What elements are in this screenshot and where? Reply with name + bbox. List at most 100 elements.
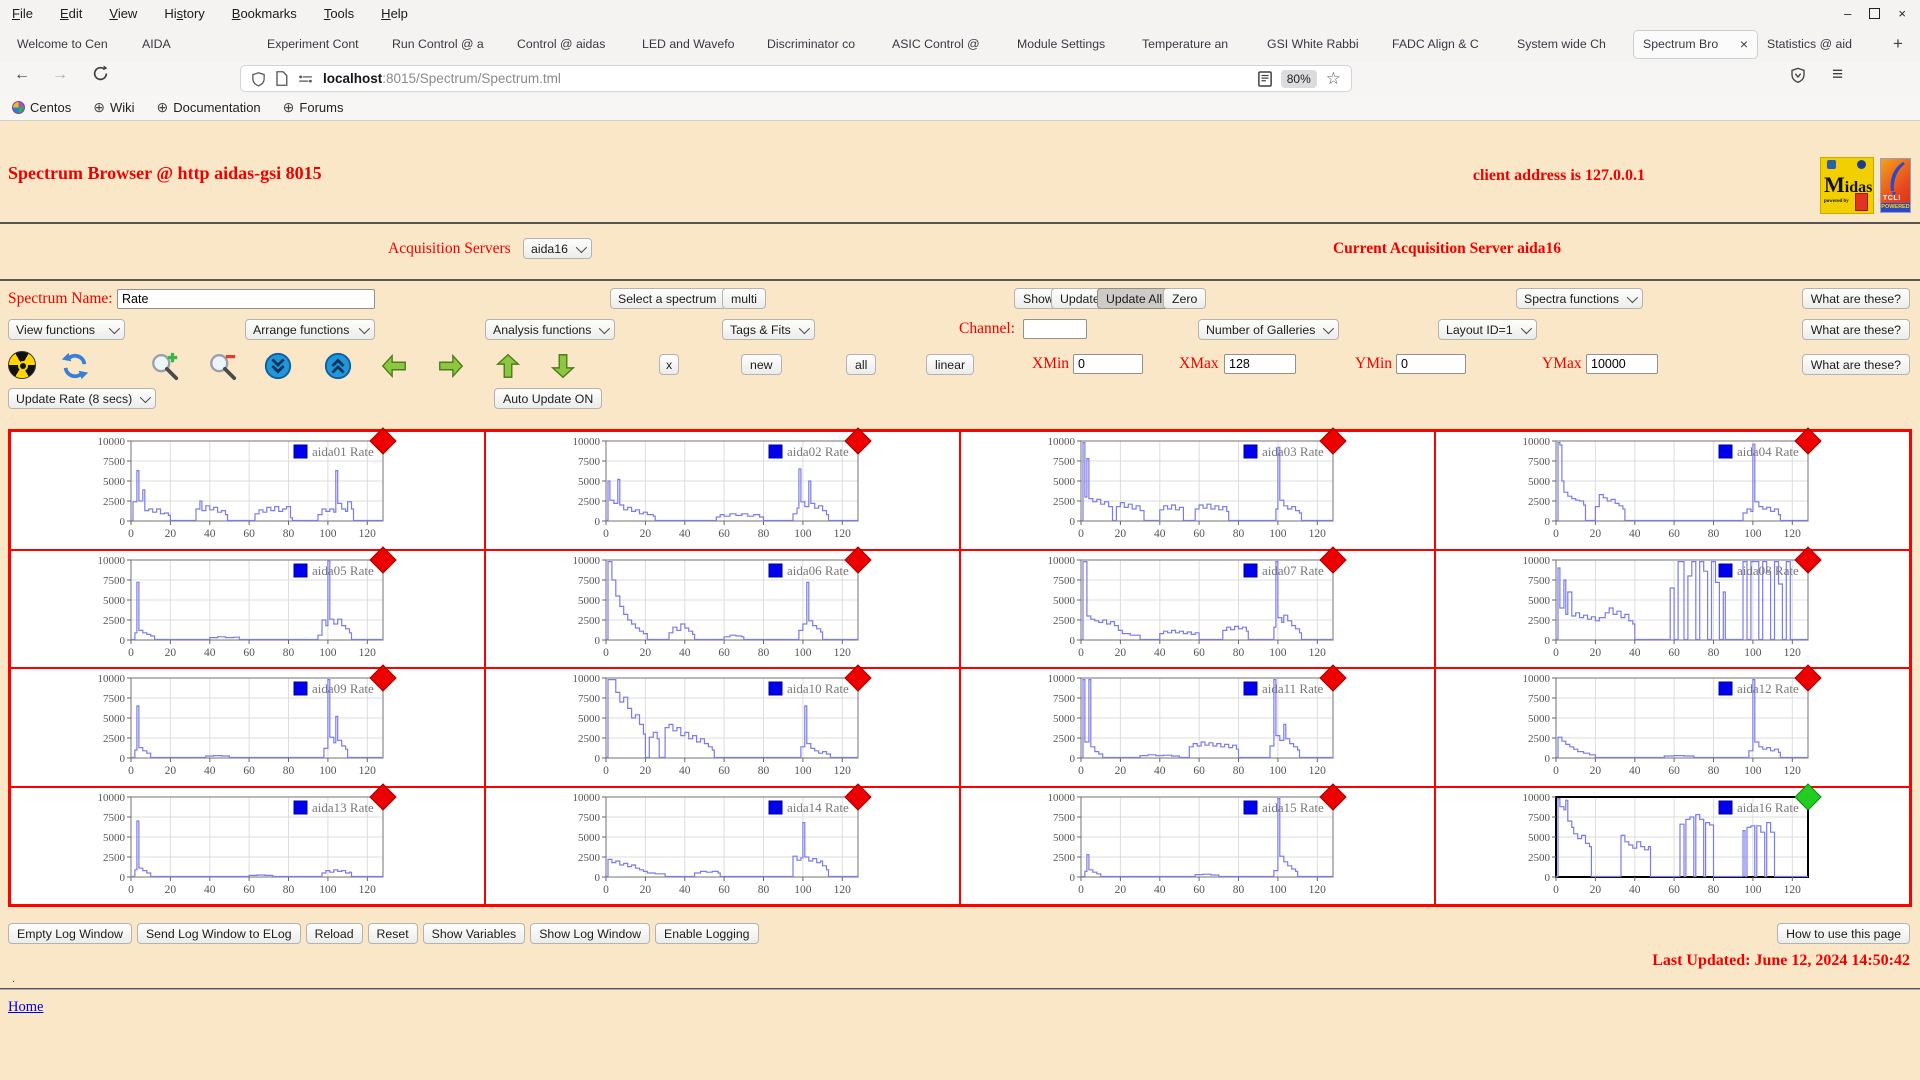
menu-icon[interactable]: ≡ (1832, 64, 1843, 86)
zoom-indicator[interactable]: 80% (1280, 69, 1317, 88)
spectrum-cell-aida05[interactable]: 0 2500 5000 7500 10000 0 20 40 60 80 100 120 aida05 … (10, 545, 485, 668)
spectrum-cell-aida06[interactable]: 0 2500 5000 7500 10000 0 20 40 60 80 100 120 aida06 … (485, 545, 960, 668)
spectrum-cell-aida04[interactable]: 0 2500 5000 7500 10000 0 20 40 60 80 100 120 aida04 … (1435, 427, 1910, 550)
tab-experiment-cont[interactable]: Experiment Cont (258, 30, 383, 59)
update-rate-dropdown[interactable]: Update Rate (8 secs) (8, 388, 157, 409)
what-are-these-button-2[interactable]: What are these? (1801, 319, 1910, 340)
menu-item-history[interactable]: History (164, 6, 204, 21)
midas-logo[interactable]: Midas powered by (1820, 157, 1874, 214)
view-functions-dropdown[interactable]: View functions (8, 319, 125, 340)
select-spectrum-dropdown[interactable]: Select a spectrum (610, 288, 741, 309)
linear-button[interactable]: linear (926, 354, 975, 375)
tab-statistics-aid[interactable]: Statistics @ aid (1758, 30, 1883, 59)
connection-icon[interactable] (297, 72, 314, 86)
url-text[interactable]: localhost:8015/Spectrum/Spectrum.tml (323, 71, 1249, 86)
reload-button[interactable]: Reload (305, 923, 363, 944)
channel-input[interactable] (1023, 319, 1087, 339)
show-log-window-button[interactable]: Show Log Window (530, 923, 651, 944)
new-button[interactable]: new (741, 354, 782, 375)
bookmark-documentation[interactable]: ⊕ Documentation (156, 99, 260, 116)
tab-led-and-wavefo[interactable]: LED and Wavefo (633, 30, 758, 59)
tab-temperature-an[interactable]: Temperature an (1133, 30, 1258, 59)
all-button[interactable]: all (846, 354, 877, 375)
tags-fits-dropdown[interactable]: Tags & Fits (722, 319, 815, 340)
enable-logging-button[interactable]: Enable Logging (655, 923, 759, 944)
bookmark-centos[interactable]: Centos (12, 100, 71, 115)
tab-welcome-to-cen[interactable]: Welcome to Cen (8, 30, 133, 59)
auto-update-button[interactable]: Auto Update ON (494, 388, 603, 409)
tab-spectrum-bro[interactable]: Spectrum Bro × (1633, 29, 1758, 59)
tcl-logo[interactable]: TCL! POWERED (1880, 158, 1911, 213)
tab-module-settings[interactable]: Module Settings (1008, 30, 1133, 59)
close-button[interactable]: × (1898, 6, 1906, 21)
menu-item-tools[interactable]: Tools (324, 6, 354, 21)
spectrum-cell-aida09[interactable]: 0 2500 5000 7500 10000 0 20 40 60 80 100 120 aida09 … (10, 664, 485, 787)
spectrum-cell-aida11[interactable]: 0 2500 5000 7500 10000 0 20 40 60 80 100 120 aida11 … (960, 664, 1435, 787)
how-to-use-button[interactable]: How to use this page (1777, 923, 1910, 944)
ymax-input[interactable] (1586, 354, 1658, 374)
x-button[interactable]: x (659, 354, 680, 375)
reload-button[interactable] (92, 65, 109, 87)
what-are-these-button-3[interactable]: What are these? (1801, 354, 1910, 375)
shrink-vertical-icon[interactable] (263, 351, 293, 381)
refresh-icon[interactable] (60, 351, 90, 381)
tab-system-wide-ch[interactable]: System wide Ch (1508, 30, 1633, 59)
home-link[interactable]: Home (8, 999, 43, 1016)
multi-button[interactable]: multi (722, 288, 766, 309)
account-shield-icon[interactable] (1790, 67, 1806, 88)
tab-control-aidas[interactable]: Control @ aidas (508, 30, 633, 59)
tab-run-control-a[interactable]: Run Control @ a (383, 30, 508, 59)
menu-item-file[interactable]: File (12, 6, 33, 21)
spectrum-cell-aida13[interactable]: 0 2500 5000 7500 10000 0 20 40 60 80 100 120 aida13 … (10, 782, 485, 905)
tab-close-icon[interactable]: × (1740, 31, 1748, 58)
menu-item-view[interactable]: View (109, 6, 137, 21)
send-log-window-to-elog-button[interactable]: Send Log Window to ELog (136, 923, 301, 944)
maximize-button[interactable] (1869, 7, 1881, 19)
spectrum-cell-aida16[interactable]: 0 2500 5000 7500 10000 0 20 40 60 80 100 120 aida16 … (1435, 782, 1910, 905)
forward-button[interactable]: → (52, 66, 68, 84)
spectrum-cell-aida07[interactable]: 0 2500 5000 7500 10000 0 20 40 60 80 100 120 aida07 … (960, 545, 1435, 668)
spectrum-name-input[interactable] (117, 289, 375, 309)
back-button[interactable]: ← (14, 66, 30, 84)
bookmark-forums[interactable]: ⊕ Forums (283, 99, 344, 116)
zoom-out-icon[interactable] (208, 351, 238, 381)
arrow-up-icon[interactable] (493, 351, 523, 381)
spectrum-cell-aida01[interactable]: 0 2500 5000 7500 10000 0 20 40 60 80 100 120 aida01 … (10, 427, 485, 550)
expand-vertical-icon[interactable] (323, 351, 353, 381)
spectrum-cell-aida15[interactable]: 0 2500 5000 7500 10000 0 20 40 60 80 100 120 aida15 … (960, 782, 1435, 905)
bookmark-wiki[interactable]: ⊕ Wiki (93, 99, 134, 116)
tab-discriminator-co[interactable]: Discriminator co (758, 30, 883, 59)
empty-log-window-button[interactable]: Empty Log Window (8, 923, 132, 944)
spectrum-cell-aida02[interactable]: 0 2500 5000 7500 10000 0 20 40 60 80 100 120 aida02 … (485, 427, 960, 550)
spectra-functions-dropdown[interactable]: Spectra functions (1516, 288, 1644, 309)
what-are-these-button-1[interactable]: What are these? (1801, 288, 1910, 309)
shield-icon[interactable] (251, 71, 266, 87)
bookmark-star-icon[interactable]: ☆ (1326, 69, 1341, 89)
acquisition-server-select[interactable]: aida16 (523, 238, 592, 259)
spectrum-cell-aida14[interactable]: 0 2500 5000 7500 10000 0 20 40 60 80 100 120 aida14 … (485, 782, 960, 905)
xmax-input[interactable] (1224, 354, 1296, 374)
tab-gsi-white-rabbi[interactable]: GSI White Rabbi (1258, 30, 1383, 59)
minimize-button[interactable]: – (1844, 6, 1851, 21)
layout-id-dropdown[interactable]: Layout ID=1 (1438, 319, 1537, 340)
analysis-functions-dropdown[interactable]: Analysis functions (485, 319, 616, 340)
update-all-button[interactable]: Update All (1097, 288, 1172, 309)
spectrum-cell-aida08[interactable]: 0 2500 5000 7500 10000 0 20 40 60 80 100 120 aida08 … (1435, 545, 1910, 668)
arrow-left-icon[interactable] (379, 351, 409, 381)
ymin-input[interactable] (1396, 354, 1466, 374)
reset-button[interactable]: Reset (367, 923, 418, 944)
spectrum-cell-aida12[interactable]: 0 2500 5000 7500 10000 0 20 40 60 80 100 120 aida12 … (1435, 664, 1910, 787)
zoom-in-icon[interactable] (150, 351, 180, 381)
tab-aida[interactable]: AIDA (133, 30, 258, 59)
menu-item-bookmarks[interactable]: Bookmarks (232, 6, 297, 21)
arrow-down-icon[interactable] (548, 351, 578, 381)
menu-item-edit[interactable]: Edit (60, 6, 82, 21)
spectrum-cell-aida03[interactable]: 0 2500 5000 7500 10000 0 20 40 60 80 100 120 aida03 … (960, 427, 1435, 550)
url-bar[interactable]: localhost:8015/Spectrum/Spectrum.tml 80%… (240, 65, 1352, 92)
menu-item-help[interactable]: Help (381, 6, 408, 21)
number-of-galleries-dropdown[interactable]: Number of Galleries (1198, 319, 1340, 340)
new-tab-button[interactable]: + (1893, 34, 1903, 54)
tab-asic-control[interactable]: ASIC Control @ (883, 30, 1008, 59)
spectrum-cell-aida10[interactable]: 0 2500 5000 7500 10000 0 20 40 60 80 100 120 aida10 … (485, 664, 960, 787)
xmin-input[interactable] (1073, 354, 1143, 374)
